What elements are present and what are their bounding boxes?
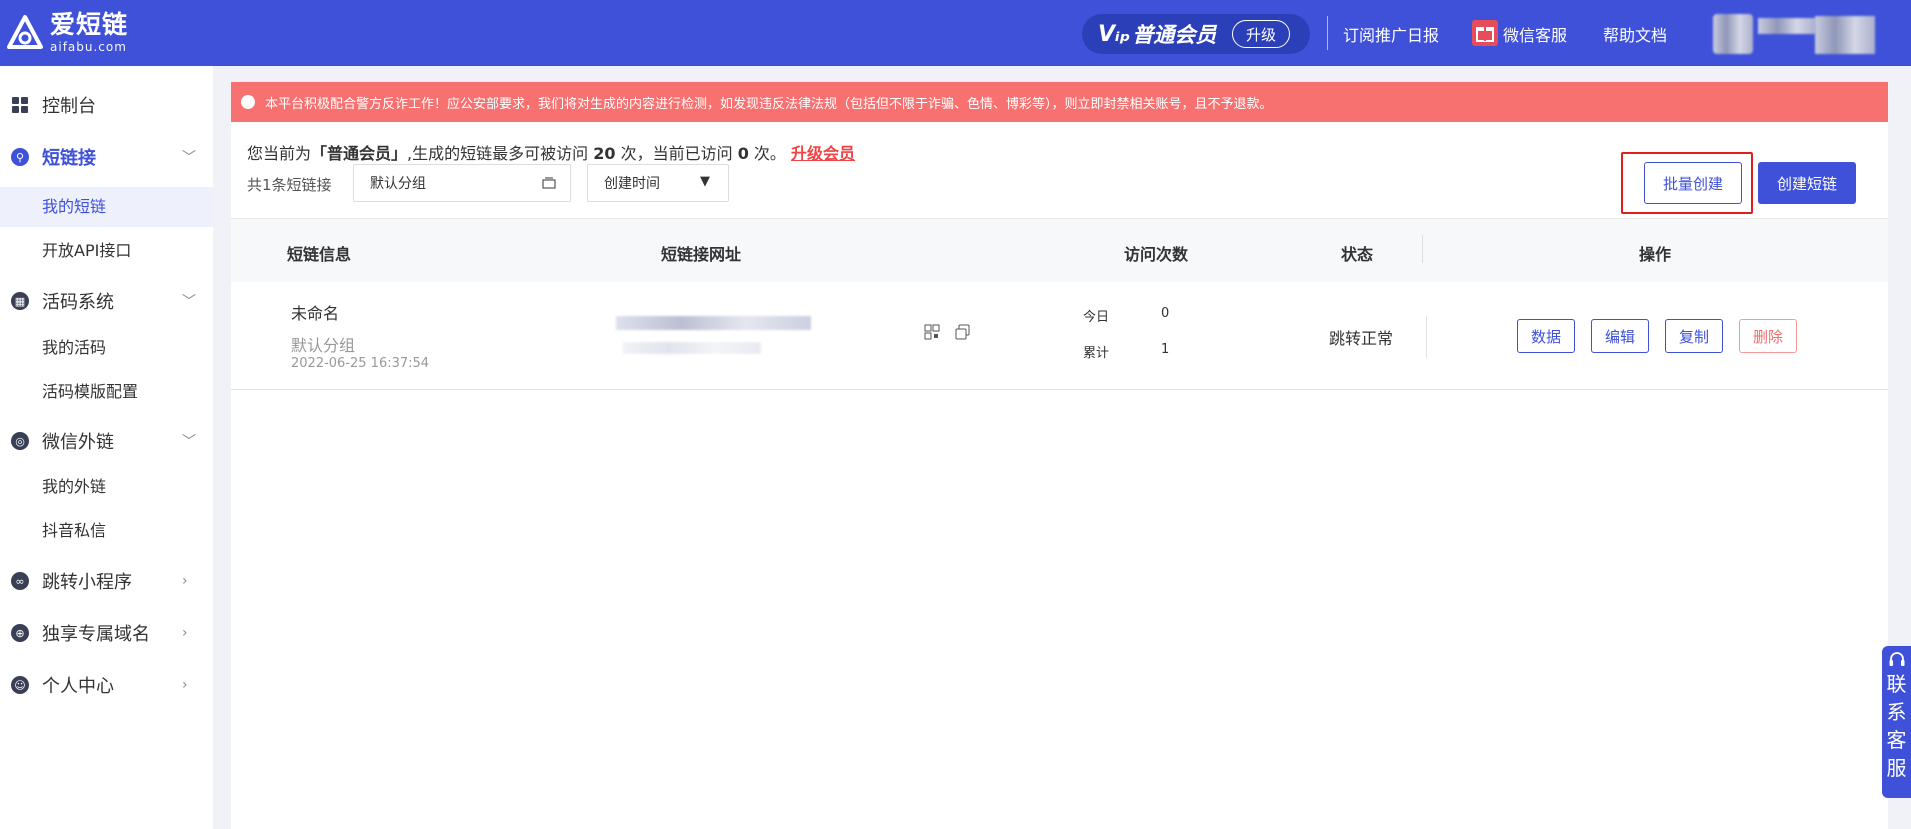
sidebar-item-label: 跳转小程序	[42, 572, 132, 593]
contact-support-float[interactable]: 联系客服	[1882, 646, 1911, 798]
caret-down-icon: ▼	[700, 174, 710, 189]
copy-button[interactable]: 复制	[1665, 319, 1723, 353]
sidebar-item-dashboard[interactable]: 控制台	[0, 90, 213, 120]
top-header: 爱短链 aifabu.com Vᵢₚ 普通会员 升级 订阅推广日报 微信客服 帮…	[0, 0, 1911, 66]
alert-text: 本平台积极配合警方反诈工作！应公安部要求，我们将对生成的内容进行检测，如发现违反…	[265, 96, 1273, 112]
vip-badge: Vᵢₚ 普通会员 升级	[1082, 14, 1310, 54]
original-url-blurred[interactable]	[623, 342, 761, 354]
chevron-right-icon: ›	[182, 677, 188, 693]
link-created-time: 2022-06-25 16:37:54	[291, 356, 430, 371]
sidebar-subitem-my-live-code[interactable]: 我的活码	[0, 328, 213, 368]
avatar[interactable]	[1713, 14, 1753, 54]
chevron-right-icon: ›	[182, 573, 188, 589]
gift-icon	[1472, 20, 1498, 46]
sidebar-item-wechat-link[interactable]: ◎ 微信外链 ﹀	[0, 426, 213, 456]
vip-level-label: 普通会员	[1132, 23, 1217, 47]
logo[interactable]: 爱短链 aifabu.com	[6, 12, 128, 53]
edit-button[interactable]: 编辑	[1591, 319, 1649, 353]
anti-fraud-alert: 本平台积极配合警方反诈工作！应公安部要求，我们将对生成的内容进行检测，如发现违反…	[231, 82, 1888, 122]
link-name: 未命名	[291, 304, 340, 323]
contact-support-label: 联系客服	[1886, 672, 1907, 780]
subscribe-report-link[interactable]: 订阅推广日报	[1343, 22, 1439, 46]
globe-icon: ⊕	[11, 624, 29, 642]
column-header: 短链接网址	[661, 245, 742, 264]
upgrade-member-link[interactable]: 升级会员	[791, 144, 855, 163]
sidebar-item-label: 短链接	[42, 148, 96, 169]
sidebar-item-live-code[interactable]: ▦ 活码系统 ﹀	[0, 286, 213, 316]
link-icon: ⚲	[11, 148, 29, 166]
membership-status: 您当前为「普通会员」,生成的短链最多可被访问 20 次，当前已访问 0 次。 升…	[247, 144, 856, 163]
help-docs-link[interactable]: 帮助文档	[1603, 22, 1667, 46]
sidebar-item-short-link[interactable]: ⚲ 短链接 ﹀	[0, 142, 213, 172]
column-header: 操作	[1639, 245, 1672, 264]
column-header: 状态	[1341, 245, 1374, 264]
copy-icon[interactable]	[955, 324, 971, 340]
link-group: 默认分组	[291, 336, 356, 355]
logo-name: 爱短链	[50, 10, 129, 39]
table-row: 未命名 默认分组 2022-06-25 16:37:54 今日 0 累计 1 跳…	[231, 282, 1888, 390]
user-icon: ☺	[11, 676, 29, 694]
sort-select[interactable]: 创建时间 ▼	[587, 164, 729, 202]
alert-pin-icon	[241, 95, 255, 109]
qrcode-icon[interactable]	[924, 324, 940, 340]
logo-mark-icon	[7, 14, 43, 49]
sidebar-item-label: 独享专属域名	[42, 624, 150, 645]
today-visits: 0	[1161, 306, 1170, 321]
visit-limit: 20	[593, 144, 616, 163]
chevron-down-icon: ﹀	[182, 294, 196, 310]
chevron-down-icon: ﹀	[182, 150, 196, 166]
batch-create-button[interactable]: 批量创建	[1644, 162, 1742, 204]
sidebar-subitem-my-links[interactable]: 我的短链	[0, 187, 213, 227]
column-header: 访问次数	[1124, 245, 1189, 264]
headset-icon	[1889, 652, 1904, 666]
visits-used: 0	[737, 144, 749, 163]
wechat-icon: ◎	[11, 432, 29, 450]
sidebar-subitem-live-code-template[interactable]: 活码模版配置	[0, 372, 213, 412]
folder-icon	[542, 177, 556, 189]
sidebar-item-profile[interactable]: ☺ 个人中心 ›	[0, 670, 213, 700]
data-button[interactable]: 数据	[1517, 319, 1575, 353]
main-panel: 本平台积极配合警方反诈工作！应公安部要求，我们将对生成的内容进行检测，如发现违反…	[231, 82, 1888, 829]
total-visits: 1	[1161, 342, 1170, 357]
sidebar-subitem-my-external-link[interactable]: 我的外链	[0, 467, 213, 507]
dashboard-icon	[12, 97, 28, 113]
chevron-right-icon: ›	[182, 625, 188, 641]
delete-button[interactable]: 删除	[1739, 319, 1797, 353]
today-label: 今日	[1083, 310, 1110, 325]
group-select[interactable]: 默认分组	[353, 164, 571, 202]
link-count: 共1条短链接	[247, 176, 332, 194]
short-url-blurred[interactable]	[616, 316, 811, 330]
total-label: 累计	[1083, 346, 1110, 361]
sidebar: 控制台 ⚲ 短链接 ﹀ 我的短链 开放API接口 ▦ 活码系统 ﹀ 我的活码 活…	[0, 66, 213, 829]
sidebar-subitem-douyin-dm[interactable]: 抖音私信	[0, 511, 213, 551]
status-text: 跳转正常	[1329, 329, 1394, 348]
create-link-button[interactable]: 创建短链	[1758, 162, 1856, 204]
account-info-blurred[interactable]	[1815, 16, 1875, 54]
miniprogram-icon: ∞	[11, 572, 29, 590]
sidebar-subitem-open-api[interactable]: 开放API接口	[0, 231, 213, 271]
sidebar-item-label: 活码系统	[42, 292, 114, 313]
username-blurred	[1758, 18, 1816, 34]
sidebar-item-domain[interactable]: ⊕ 独享专属域名 ›	[0, 618, 213, 648]
sidebar-item-label: 微信外链	[42, 432, 114, 453]
table-header: 短链信息 短链接网址 访问次数 状态 操作	[231, 218, 1888, 282]
logo-domain: aifabu.com	[50, 40, 127, 54]
chevron-down-icon: ﹀	[182, 434, 196, 450]
column-header: 短链信息	[287, 245, 352, 264]
header-divider	[1327, 16, 1328, 50]
vip-icon: Vᵢₚ	[1098, 21, 1131, 47]
sidebar-item-label: 个人中心	[42, 676, 114, 697]
sidebar-item-miniprogram[interactable]: ∞ 跳转小程序 ›	[0, 566, 213, 596]
wechat-support-link[interactable]: 微信客服	[1503, 22, 1567, 46]
sidebar-item-label: 控制台	[42, 96, 96, 117]
upgrade-button[interactable]: 升级	[1232, 20, 1290, 48]
qrcode-icon: ▦	[11, 292, 29, 310]
